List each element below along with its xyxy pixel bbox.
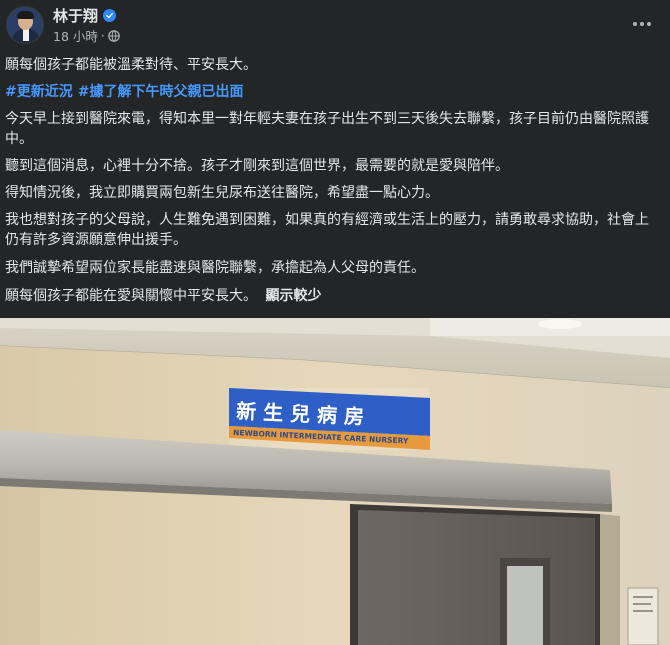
- hashtag-link[interactable]: #據了解下午時父親已出面: [78, 82, 244, 102]
- avatar[interactable]: [6, 6, 44, 44]
- post-header: 林于翔 18 小時 ·: [0, 0, 670, 50]
- see-less-button[interactable]: 顯示較少: [265, 288, 321, 304]
- post-text-line: 得知情況後，我立即購買兩包新生兒尿布送往醫院，希望盡一點心力。: [5, 185, 439, 201]
- more-options-icon[interactable]: [628, 12, 656, 36]
- facebook-post: 林于翔 18 小時 · 願每個孩子都能被溫柔對待、平安長大。 #更新近況 #據了…: [0, 0, 670, 645]
- post-text-line: 願每個孩子都能被溫柔對待、平安長大。: [5, 57, 257, 73]
- post-text-line: 我們誠摯希望兩位家長能盡速與醫院聯繫，承擔起為人父母的責任。: [5, 260, 425, 276]
- post-text-line: 我也想對孩子的父母說，人生難免遇到困難，如果真的有經濟或生活上的壓力，請勇敢尋求…: [5, 212, 649, 248]
- post-text-line: 今天早上接到醫院來電，得知本里一對年輕夫妻在孩子出生不到三天後失去聯繫，孩子目前…: [5, 111, 649, 147]
- post-photo[interactable]: 新 生 兒 病 房 NEWBORN INTERMEDIATE CARE NURS…: [0, 318, 670, 645]
- verified-badge-icon: [103, 9, 117, 22]
- post-text-line: 願每個孩子都能在愛與關懷中平安長大。: [5, 288, 257, 304]
- meta-separator: ·: [100, 28, 105, 43]
- hashtag-link[interactable]: #更新近況: [5, 82, 73, 102]
- hospital-corridor-image: 新 生 兒 病 房 NEWBORN INTERMEDIATE CARE NURS…: [0, 318, 670, 645]
- post-meta: 18 小時 ·: [53, 26, 120, 45]
- post-text-line: 聽到這個消息，心裡十分不捨。孩子才剛來到這個世界，最需要的就是愛與陪伴。: [5, 158, 509, 174]
- hashtag-row: #更新近況 #據了解下午時父親已出面: [5, 82, 660, 102]
- post-timestamp[interactable]: 18 小時: [53, 26, 98, 45]
- author-row: 林于翔: [53, 5, 117, 26]
- post-text-last-line: 願每個孩子都能在愛與關懷中平安長大。 顯示較少: [5, 286, 660, 306]
- author-name[interactable]: 林于翔: [53, 5, 98, 26]
- globe-icon[interactable]: [108, 29, 120, 42]
